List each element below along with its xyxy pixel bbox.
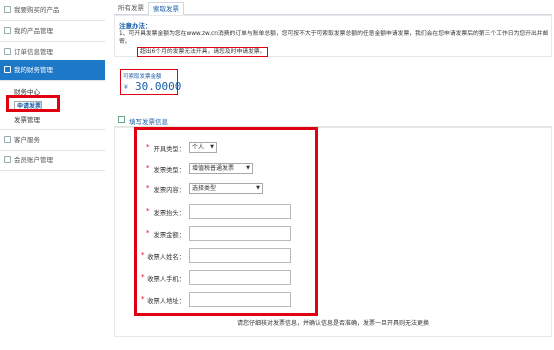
currency-symbol: ¥	[124, 84, 128, 91]
sidebar: 我要购买的产品 我的产品管理 订单信息管理 我的财务管理 财务中心 申请发票 发…	[0, 0, 107, 350]
sidebar-item-customer-service[interactable]: 客户服务	[0, 129, 105, 151]
wallet-icon	[4, 66, 11, 73]
invoice-amount-value: 30.0000	[135, 80, 182, 93]
invoice-amount-box: 可索取发票金额 ¥ 30.0000	[120, 69, 182, 95]
highlight-box-apply-invoice	[6, 95, 60, 112]
user-icon	[4, 156, 11, 163]
main-content: 所有发票 索取发票 注意办法： 1、可开具发票金额为您在www.zw.cn消费的…	[114, 0, 552, 350]
sidebar-item-label: 我的产品管理	[14, 27, 53, 35]
edit-icon	[118, 116, 125, 123]
sidebar-item-purchase[interactable]: 我要购买的产品	[0, 0, 105, 21]
sidebar-item-label: 我的财务管理	[14, 66, 53, 74]
sidebar-item-label: 订单信息管理	[14, 48, 53, 56]
notice-panel: 注意办法： 1、可开具发票金额为您在www.zw.cn消费的订单与账单总额，您可…	[114, 15, 552, 57]
tab-bar: 所有发票 索取发票	[114, 0, 552, 16]
sidebar-item-finance[interactable]: 我的财务管理	[0, 60, 105, 81]
tab-request-invoice[interactable]: 索取发票	[148, 2, 184, 16]
form-title: 填写发票信息	[129, 118, 168, 126]
notice-title: 注意办法：	[119, 22, 152, 30]
order-icon	[4, 48, 11, 55]
invoice-amount-label: 可索取发票金额	[123, 74, 162, 80]
sidebar-item-products[interactable]: 我的产品管理	[0, 21, 105, 42]
cart-icon	[4, 6, 11, 13]
box-icon	[4, 27, 11, 34]
sidebar-item-account[interactable]: 会员账户管理	[0, 150, 105, 171]
sidebar-item-label: 客户服务	[14, 136, 40, 144]
headset-icon	[4, 136, 11, 143]
notice-warning: 超出6个月的发票无法开具，请您及时申请发票。	[137, 47, 269, 57]
notice-text: 1、可开具发票金额为您在www.zw.cn消费的订单与账单总额，您可按不大于可索…	[119, 31, 549, 45]
tab-all-invoices[interactable]: 所有发票	[114, 2, 148, 14]
highlight-box-form	[134, 127, 318, 316]
sidebar-item-label: 我要购买的产品	[14, 6, 60, 14]
form-header: 填写发票信息	[114, 114, 552, 127]
form-footer-note: 请您仔细核对发票信息，并确认信息是否准确，发票一旦开具则无法更换	[236, 320, 429, 327]
sidebar-subitem-invoice-manage[interactable]: 发票管理	[14, 114, 40, 124]
sidebar-item-label: 会员账户管理	[14, 156, 53, 164]
